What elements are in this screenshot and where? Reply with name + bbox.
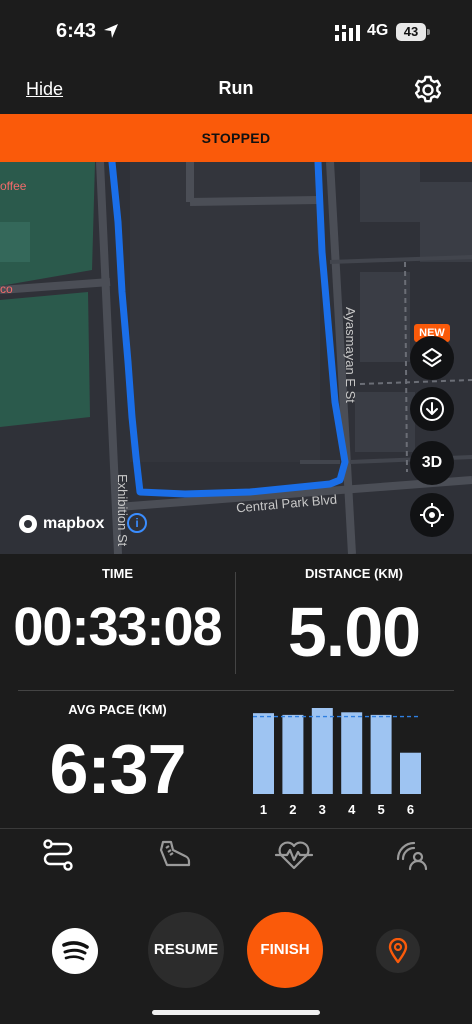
distance-value: 5.00: [287, 593, 421, 671]
location-pin-icon: [388, 938, 408, 964]
mapbox-mark-icon: [19, 515, 37, 533]
split-label: 4: [348, 802, 356, 817]
svg-text:i: i: [135, 516, 138, 530]
heart-rate-icon: [274, 841, 314, 870]
beacon-icon: [396, 841, 428, 871]
poi-label: offee: [0, 179, 27, 193]
split-bar: [311, 708, 333, 794]
spotify-icon: [62, 941, 89, 961]
home-indicator: [152, 1010, 320, 1015]
cellular-signal-icon: [335, 25, 360, 41]
network-type: 4G: [367, 22, 389, 39]
split-bar: [282, 714, 304, 794]
run-controls: RESUME FINISH: [0, 878, 472, 1024]
tab-heart-rate[interactable]: [274, 835, 314, 875]
split-label: 5: [377, 802, 384, 817]
location-pin-button[interactable]: [376, 929, 420, 973]
battery-level: 43: [396, 23, 426, 41]
split-label: 1: [260, 802, 267, 817]
finish-button[interactable]: FINISH: [247, 912, 323, 988]
recenter-button[interactable]: [410, 493, 454, 537]
street-label: Exhibition St: [115, 474, 130, 547]
download-icon: [420, 397, 444, 421]
info-icon[interactable]: i: [126, 512, 148, 534]
split-bar: [253, 713, 274, 794]
split-label: 2: [289, 802, 296, 817]
tab-route[interactable]: [38, 835, 78, 875]
header: Hide Run: [0, 64, 472, 114]
spotify-button[interactable]: [52, 928, 98, 974]
divider: [18, 690, 454, 691]
layers-icon: [422, 348, 442, 367]
tab-bar: [0, 828, 472, 878]
time-label: TIME: [101, 566, 134, 581]
download-map-button[interactable]: [410, 387, 454, 431]
run-stats: TIME 00:33:08 DISTANCE (KM) 5.00 AVG PAC…: [0, 554, 472, 826]
split-label: 3: [319, 802, 326, 817]
battery-icon: 43: [396, 23, 430, 41]
map-layers-button[interactable]: [410, 336, 454, 380]
avg-pace-label: AVG PACE (KM): [68, 702, 167, 717]
split-bar: [400, 752, 421, 794]
mapbox-logo: mapbox: [18, 514, 104, 534]
3d-label: 3D: [421, 454, 443, 471]
status-time: 6:43: [56, 20, 97, 42]
route-map[interactable]: offee co Ayasmayan E St Central Park Blv…: [0, 162, 472, 554]
tab-beacon[interactable]: [392, 835, 432, 875]
split-bar: [370, 714, 392, 794]
mapbox-attribution: mapbox: [43, 515, 105, 532]
route-icon: [43, 839, 73, 871]
poi-label: co: [0, 282, 13, 296]
status-bar: 6:43 4G 43: [0, 0, 472, 64]
crosshair-icon: [420, 503, 444, 527]
gear-icon: [414, 75, 442, 103]
map-canvas: [0, 162, 472, 554]
avg-pace-value: 6:37: [49, 730, 186, 808]
3d-view-button[interactable]: 3D: [410, 441, 454, 485]
status-banner: STOPPED: [0, 114, 472, 162]
distance-label: DISTANCE (KM): [305, 566, 403, 581]
location-arrow-icon: [104, 24, 118, 38]
settings-button[interactable]: [412, 74, 444, 106]
page-title: Run: [218, 78, 254, 98]
time-value: 00:33:08: [13, 597, 222, 657]
split-bar: [341, 712, 363, 794]
tab-shoe[interactable]: [156, 835, 196, 875]
street-label: Ayasmayan E St: [343, 307, 358, 403]
resume-button[interactable]: RESUME: [148, 912, 224, 988]
shoe-icon: [159, 840, 191, 867]
split-label: 6: [407, 802, 414, 817]
split-pace-chart[interactable]: 1 2 3 4 5 6: [236, 700, 456, 820]
